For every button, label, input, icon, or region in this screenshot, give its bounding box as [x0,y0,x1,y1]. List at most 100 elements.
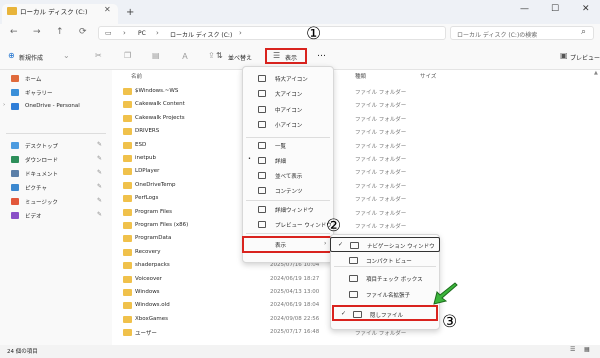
column-header-size[interactable]: サイズ [420,72,436,80]
close-button[interactable]: ✕ [582,4,590,14]
file-row[interactable]: LDPlayer ファイル フォルダー [112,165,600,178]
breadcrumb-drive[interactable]: ローカル ディスク (C:) [170,30,232,39]
preview-button[interactable]: プレビュー [570,53,600,62]
view-menu-item[interactable]: 表示 › [242,236,332,253]
address-field[interactable] [98,26,446,40]
breadcrumb-pc[interactable]: PC [138,30,146,37]
folder-icon [123,222,132,229]
show-submenu-item-label: ファイル名拡張子 [366,293,411,299]
show-submenu-item[interactable]: 項目チェック ボックス [330,271,440,286]
folder-icon [123,155,132,162]
step-marker-2: ② [326,216,342,236]
view-menu-item[interactable]: 一覧 [242,139,334,153]
file-type: ファイル フォルダー [355,130,407,137]
folder-icon [123,141,132,149]
list-icon [258,142,266,149]
maximize-button[interactable]: ☐ [551,4,559,14]
sidebar-divider [6,133,106,134]
cloud-icon [11,103,19,110]
folder-icon [123,289,132,296]
column-header-type[interactable]: 種類 [355,72,366,80]
show-submenu-item[interactable]: ✓ ナビゲーション ウィンドウ [330,237,440,252]
minimize-button[interactable]: — [520,4,529,14]
more-button[interactable]: … [317,49,326,59]
up-button[interactable]: ↑ [56,27,64,37]
view-menu-item[interactable]: プレビュー ウィンドウ [242,218,334,232]
show-submenu-item[interactable]: ファイル名拡張子 [330,287,440,302]
rename-icon[interactable]: Ａ [181,51,189,62]
file-name: DRIVERS [135,128,160,135]
view-menu-item[interactable]: 詳細ウィンドウ [242,203,334,217]
view-menu-item[interactable]: コンテンツ [242,184,334,198]
view-menu-item-label: 小アイコン [275,123,303,129]
file-name: Program Files (x86) [135,222,189,228]
scrollbar[interactable] [594,70,600,345]
file-date: 2025/07/17 16:48 [270,329,320,336]
pin-icon: ✎ [97,155,103,162]
view-menu-item[interactable]: 小アイコン [242,118,334,132]
file-row[interactable]: OneDriveTemp ファイル フォルダー [112,179,600,192]
view-menu-item-label: 詳細ウィンドウ [275,208,314,214]
expand-chevron-icon[interactable]: › [3,102,5,108]
back-button[interactable]: ← [10,27,18,37]
breadcrumb-separator: › [123,29,126,37]
item-count: 24 個の項目 [7,349,38,355]
picture-icon [11,184,19,191]
column-header-name[interactable]: 名前 [131,72,142,80]
show-submenu-item[interactable]: ✓ 隠しファイル [332,305,438,321]
sidebar-item[interactable]: ドキュメント ✎ [0,168,112,182]
file-row[interactable]: Program Files (x86) ファイル フォルダー [112,219,600,232]
file-row[interactable]: Cakewalk Content ファイル フォルダー [112,98,600,111]
file-type: ファイル フォルダー [355,116,407,123]
share-icon[interactable]: ⇪ [208,51,215,60]
search-placeholder: ローカル ディスク (C:)の検索 [457,32,538,39]
view-menu-item[interactable]: 大アイコン [242,87,334,101]
file-row[interactable]: DRIVERS ファイル フォルダー [112,125,600,138]
file-type: ファイル フォルダー [355,210,407,217]
sidebar-item[interactable]: ビデオ ✎ [0,210,112,224]
cut-icon[interactable]: ✂ [95,51,102,60]
checkmark-icon: ✓ [338,241,344,248]
sort-button[interactable]: 並べ替え [228,53,252,62]
copy-icon[interactable]: ❐ [124,51,131,60]
view-menu-item[interactable]: 並べて表示 [242,169,334,183]
file-name: PerfLogs [135,195,159,202]
details-view-icon[interactable]: ☰ [570,346,575,353]
sidebar-item[interactable]: デスクトップ ✎ [0,140,112,154]
tiles-view-icon[interactable]: ▦ [584,346,590,353]
selected-bullet-icon: • [248,156,251,162]
search-icon: ⌕ [581,27,587,37]
view-menu-item-label: 並べて表示 [275,174,303,180]
file-row[interactable]: PerfLogs ファイル フォルダー [112,192,600,205]
sidebar-item[interactable]: ギャラリー [0,87,112,101]
file-row[interactable]: Cakewalk Projects ファイル フォルダー [112,112,600,125]
checkbox-icon [349,275,358,282]
sidebar-item[interactable]: ホーム [0,73,112,87]
forward-button[interactable]: → [33,27,41,37]
tiles-icon [258,172,266,179]
sidebar-item-label: ビデオ [25,214,42,220]
new-tab-button[interactable]: + [126,7,134,18]
desktop-icon [11,142,19,149]
sidebar-item[interactable]: ダウンロード ✎ [0,154,112,168]
sort-icon: ⇅ [216,51,223,60]
scroll-up-arrow[interactable]: ▲ [594,70,598,76]
file-name: Program Files [135,208,173,215]
file-row[interactable]: Program Files ファイル フォルダー [112,206,600,219]
view-menu-item[interactable]: • 詳細 [242,154,334,168]
refresh-button[interactable]: ⟳ [79,27,87,37]
file-row[interactable]: $Windows.~WS ファイル フォルダー [112,85,600,98]
file-row[interactable]: ESD ファイル フォルダー [112,139,600,152]
folder-icon [123,248,132,256]
paste-icon[interactable]: ▤ [152,51,160,60]
view-menu-item[interactable]: 中アイコン [242,103,334,117]
sidebar-item[interactable]: OneDrive - Personal › [0,101,112,115]
sidebar-item[interactable]: ピクチャ ✎ [0,182,112,196]
new-button[interactable]: 新規作成 [19,53,43,62]
breadcrumb-separator: › [156,29,159,37]
tab-close-icon[interactable]: ✕ [104,5,111,14]
file-name: ESD [135,141,147,148]
sidebar-item[interactable]: ミュージック ✎ [0,196,112,210]
file-row[interactable]: inetpub ファイル フォルダー [112,152,600,165]
view-menu-item[interactable]: 特大アイコン [242,72,334,86]
